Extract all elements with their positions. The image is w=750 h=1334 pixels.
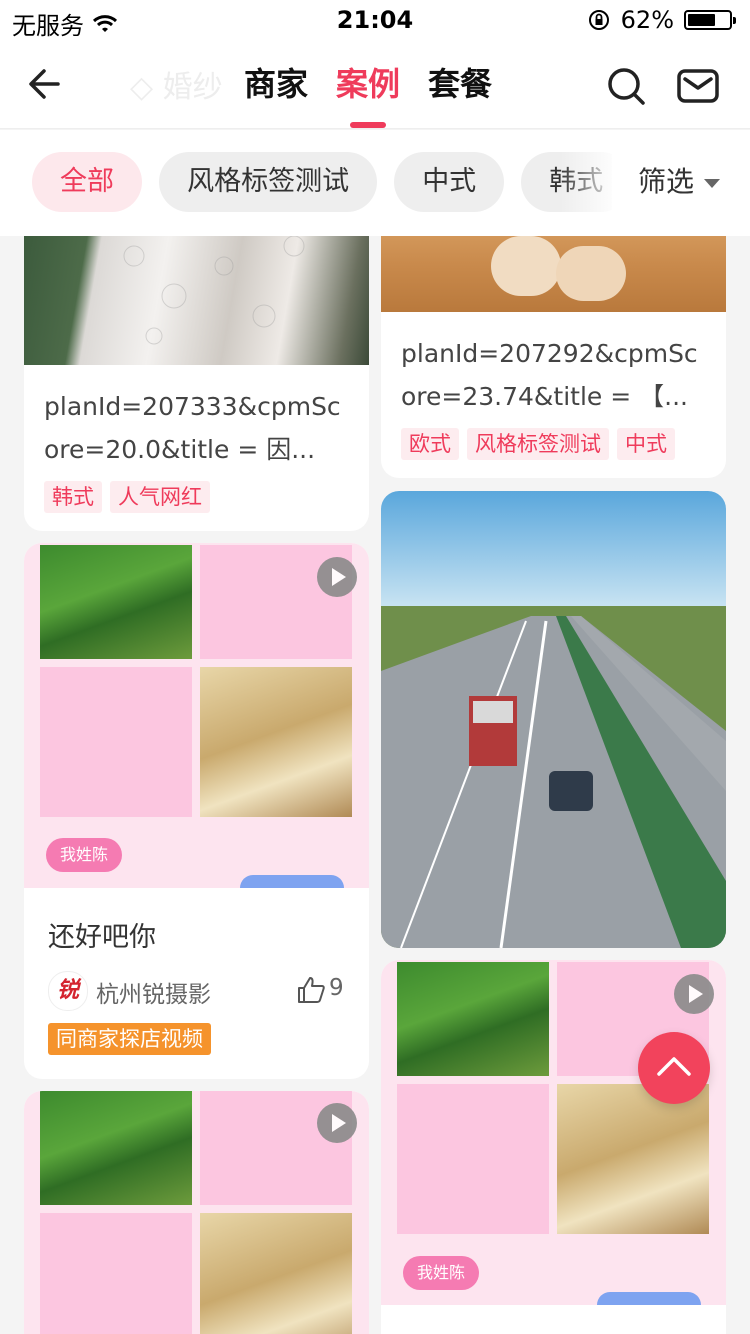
paw (556, 246, 626, 301)
highway-image (381, 491, 726, 948)
shop-logo: 锐 (48, 971, 88, 1011)
cover-photo (200, 1213, 352, 1334)
cover-photo (40, 1091, 192, 1205)
tab-cases[interactable]: 案例 (322, 40, 414, 128)
chip-style-tag-test[interactable]: 风格标签测试 (159, 152, 378, 212)
chip-chinese[interactable]: 中式 (394, 152, 505, 212)
rotation-lock-icon (588, 10, 609, 30)
status-bar: 无服务 21:04 62% (0, 0, 750, 40)
mail-icon[interactable] (676, 66, 720, 106)
like-count: 9 (329, 975, 344, 1001)
case-card[interactable]: 我姓陈 还好吧你 锐 杭州锐摄影 9 同商家探店视频 (24, 543, 369, 1079)
search-icon[interactable] (604, 64, 648, 108)
paw (491, 236, 561, 296)
status-right: 62% (587, 6, 736, 34)
chip-all[interactable]: 全部 (32, 152, 142, 212)
cover-photo (397, 962, 549, 1076)
filter-bar: 全部 风格标签测试 中式 韩式 筛选 (0, 130, 750, 236)
filter-button[interactable]: 筛选 (638, 160, 721, 200)
case-card[interactable]: 我姓陈 (381, 960, 726, 1334)
tag: 人气网红 (110, 481, 210, 513)
tag: 欧式 (401, 428, 459, 460)
cover-photo (200, 667, 352, 817)
video-cover (24, 1091, 369, 1334)
case-card[interactable] (381, 491, 726, 948)
card-image (24, 236, 369, 365)
case-card[interactable]: planId=207333&cpmScore=20.0&title = 因...… (24, 236, 369, 531)
scroll-to-top-button[interactable] (638, 1032, 710, 1104)
tab-merchants[interactable]: 商家 (230, 40, 322, 128)
card-title: planId=207333&cpmScore=20.0&title = 因... (44, 392, 341, 464)
tag: 韩式 (44, 481, 102, 513)
speech-bubble-2 (597, 1292, 701, 1305)
cover-placeholder (397, 1084, 549, 1234)
play-icon[interactable] (674, 974, 714, 1014)
ghost-search-hint: ◇ 婚纱 (130, 70, 223, 105)
chip-fade (560, 152, 620, 212)
nav-tabs: 商家 案例 套餐 (230, 40, 506, 128)
filter-label: 筛选 (638, 165, 695, 198)
battery-icon (684, 10, 736, 30)
play-icon[interactable] (317, 557, 357, 597)
video-cover: 我姓陈 (24, 543, 369, 888)
cover-placeholder (40, 1213, 192, 1334)
speech-bubble-2 (240, 875, 344, 888)
card-tags: 欧式 风格标签测试 中式 (381, 428, 726, 460)
cover-photo (557, 1084, 709, 1234)
case-feed[interactable]: planId=207333&cpmScore=20.0&title = 因...… (0, 236, 750, 1334)
tag: 中式 (617, 428, 675, 460)
case-card[interactable]: planId=207292&cpmScore=23.74&title = 【..… (381, 236, 726, 478)
caret-down-icon (704, 178, 721, 188)
cover-placeholder (40, 667, 192, 817)
tab-packages[interactable]: 套餐 (414, 40, 506, 128)
chip-row: 全部 风格标签测试 中式 韩式 (32, 152, 612, 212)
case-card[interactable] (24, 1091, 369, 1334)
card-title: 还好吧你 (48, 922, 156, 953)
card-title: planId=207292&cpmScore=23.74&title = 【..… (401, 339, 698, 411)
tag: 风格标签测试 (467, 428, 609, 460)
speech-bubble: 我姓陈 (403, 1256, 480, 1290)
back-arrow-icon[interactable] (24, 62, 68, 106)
shop-name: 杭州锐摄影 (96, 982, 211, 1008)
thumbs-up-icon[interactable] (296, 975, 326, 1005)
battery-percent: 62% (620, 6, 674, 34)
video-cover: 我姓陈 (381, 960, 726, 1305)
nav-bar: ◇ 婚纱 商家 案例 套餐 (0, 40, 750, 128)
cover-photo (40, 545, 192, 659)
speech-bubble: 我姓陈 (46, 838, 123, 872)
video-badge: 同商家探店视频 (48, 1023, 211, 1055)
card-image (381, 236, 726, 312)
lace-pattern (123, 236, 305, 345)
play-icon[interactable] (317, 1103, 357, 1143)
chevron-up-icon (657, 1057, 691, 1076)
card-tags: 韩式 人气网红 (24, 481, 369, 513)
